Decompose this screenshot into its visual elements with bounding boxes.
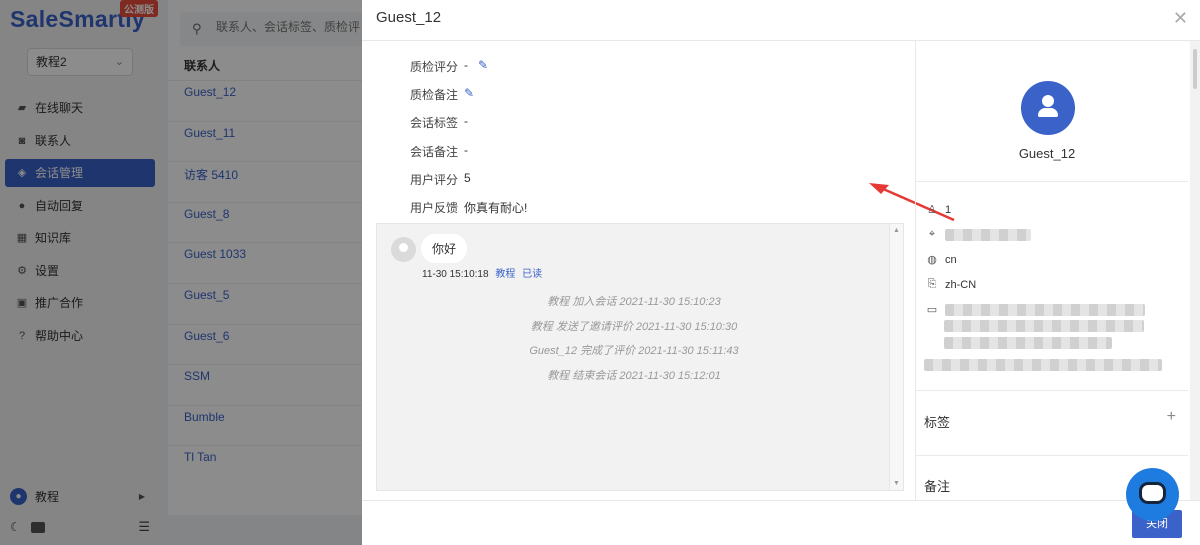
- translate-icon: ⎘: [927, 278, 937, 290]
- scroll-down-icon[interactable]: ▼: [893, 480, 900, 487]
- event-text: 发送了邀请评价 2021-11-30 15:10:30: [552, 320, 738, 333]
- contact-info-panel: Guest_12 ♙ 1 ⌖ ◍ cn ⎘ zh-CN ▭ 标签 + 备注: [915, 41, 1200, 500]
- globe-icon: ◍: [927, 254, 937, 266]
- redacted-value: [944, 320, 1144, 332]
- system-event: 教程 发送了邀请评价 2021-11-30 15:10:30: [377, 318, 891, 343]
- event-actor: 教程: [547, 296, 570, 308]
- avatar: [1021, 81, 1075, 135]
- modal-title: Guest_12: [376, 9, 442, 26]
- field-label: 用户评分: [410, 172, 459, 187]
- locale-value: zh-CN: [945, 278, 977, 291]
- info-device-2: [944, 320, 1144, 332]
- info-language: ◍ cn: [925, 253, 957, 267]
- scrollbar-thumb[interactable]: [1193, 49, 1197, 89]
- field-label: 用户反馈: [410, 200, 459, 215]
- system-event: Guest_12 完成了评价 2021-11-30 15:11:43: [377, 342, 891, 367]
- field-qc-note: 质检备注 ✎: [410, 86, 527, 114]
- user-icon-body: [1038, 108, 1058, 117]
- field-value: -: [464, 142, 468, 157]
- notes-label: 备注: [924, 479, 951, 494]
- divider: [916, 455, 1188, 456]
- redacted-value: [945, 228, 1031, 241]
- read-status: 已读: [522, 269, 543, 280]
- info-url: [924, 359, 1162, 371]
- message-agent: 教程: [495, 269, 516, 280]
- redacted-value: [944, 337, 1112, 349]
- session-detail-modal: Guest_12 ✕ 质检评分 - ✎ 质检备注 ✎ 会话标签 - 会话备注 -…: [362, 0, 1200, 545]
- scroll-up-icon[interactable]: ▲: [893, 227, 900, 234]
- event-actor: 教程: [547, 370, 570, 383]
- field-session-tags: 会话标签 -: [410, 114, 527, 142]
- chat-scrollbar[interactable]: ▲ ▼: [889, 224, 903, 490]
- field-value: -: [464, 114, 468, 129]
- pencil-icon[interactable]: ✎: [464, 86, 474, 100]
- field-value: 你真有耐心!: [464, 200, 528, 215]
- visits-value: 1: [945, 203, 952, 216]
- field-session-note: 会话备注 -: [410, 143, 527, 171]
- user-icon: [1042, 95, 1054, 107]
- redacted-value: [924, 359, 1162, 371]
- language-value: cn: [945, 253, 957, 266]
- redacted-value: [945, 303, 1145, 316]
- event-text: 完成了评价 2021-11-30 15:11:43: [577, 345, 739, 358]
- support-chat-widget[interactable]: [1126, 468, 1179, 521]
- message-bubble: 你好: [421, 234, 468, 263]
- event-text: 结束会话 2021-11-30 15:12:01: [569, 370, 721, 383]
- field-label: 质检评分: [410, 60, 459, 74]
- message-time: 11-30 15:10:18: [422, 269, 489, 280]
- field-user-rating: 用户评分 5: [410, 171, 527, 199]
- divider: [362, 500, 1200, 501]
- divider: [916, 390, 1188, 391]
- info-visits: ♙ 1: [925, 203, 952, 217]
- field-value: -: [464, 58, 468, 72]
- panel-scrollbar[interactable]: [1190, 41, 1200, 500]
- field-qc-score: 质检评分 - ✎: [410, 58, 527, 86]
- field-label: 会话标签: [410, 116, 459, 131]
- profile-name: Guest_12: [1018, 146, 1076, 161]
- info-device-3: [944, 337, 1112, 349]
- visits-icon: ♙: [927, 204, 937, 216]
- system-event: 教程 结束会话 2021-11-30 15:12:01: [377, 367, 891, 392]
- info-device: ▭: [925, 303, 1145, 316]
- add-tag-icon[interactable]: +: [1167, 408, 1176, 426]
- monitor-icon: ▭: [926, 304, 938, 316]
- location-icon: ⌖: [928, 228, 936, 240]
- event-text: 加入会话 2021-11-30 15:10:23: [569, 296, 721, 308]
- event-actor: Guest_12: [529, 345, 578, 358]
- session-fields: 质检评分 - ✎ 质检备注 ✎ 会话标签 - 会话备注 - 用户评分 5 用户反…: [410, 58, 527, 227]
- message-meta: 11-30 15:10:18 教程 已读: [422, 265, 542, 280]
- system-events: 教程 加入会话 2021-11-30 15:10:23 教程 发送了邀请评价 2…: [377, 293, 891, 392]
- info-locale: ⎘ zh-CN: [925, 278, 977, 291]
- close-icon[interactable]: ✕: [1173, 8, 1188, 29]
- system-event: 教程 加入会话 2021-11-30 15:10:23: [377, 293, 891, 318]
- chat-bubble-icon: [1139, 482, 1166, 504]
- pencil-icon[interactable]: ✎: [478, 58, 488, 72]
- chat-transcript: 你好 11-30 15:10:18 教程 已读 教程 加入会话 2021-11-…: [376, 223, 904, 491]
- field-label: 质检备注: [410, 88, 459, 103]
- field-value: 5: [464, 170, 471, 185]
- field-label: 会话备注: [410, 144, 459, 159]
- info-location: ⌖: [925, 228, 1031, 241]
- divider: [916, 181, 1188, 182]
- tags-label: 标签: [924, 415, 951, 430]
- event-actor: 教程: [530, 320, 553, 333]
- avatar: [391, 237, 416, 262]
